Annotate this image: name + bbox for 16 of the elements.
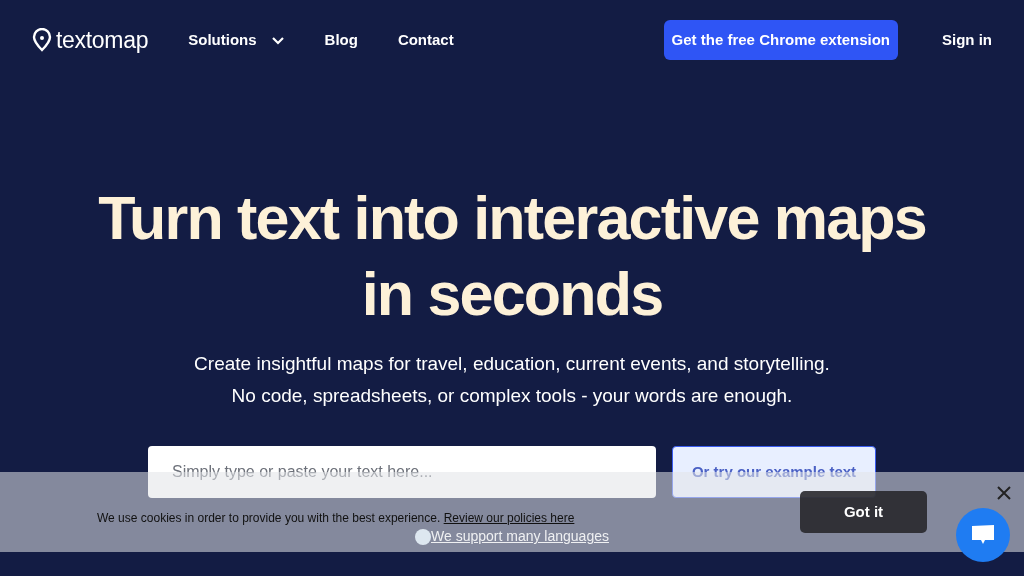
text-input-field[interactable]: Simply type or paste your text here... [148, 446, 656, 498]
solutions-dropdown[interactable]: Solutions [188, 28, 285, 52]
got-it-button[interactable]: Got it [800, 491, 927, 533]
map-pin-icon [32, 28, 52, 52]
sign-in-link[interactable]: Sign in [942, 28, 992, 52]
hero-title: Turn text into interactive maps in seconds [97, 183, 927, 330]
hero-subtitle: Create insightful maps for travel, education, current events, and storytelling. [194, 353, 830, 374]
chat-button[interactable] [956, 508, 1010, 562]
nav-link[interactable]: Blog [324, 28, 358, 52]
policies-link[interactable]: Review our policies here [443, 511, 575, 525]
chrome-extension-button[interactable]: Get the free Chrome extension [663, 19, 898, 61]
hero-subtitle: No code, spreadsheets, or complex tools - your words are enough. [231, 385, 793, 406]
logo-text[interactable]: textomap [56, 22, 149, 58]
chevron-down-icon [270, 35, 285, 45]
nav-link[interactable]: Contact [397, 28, 454, 52]
cookie-message: We use cookies in order to provide you with the best experience. Review our policies here [97, 510, 575, 527]
